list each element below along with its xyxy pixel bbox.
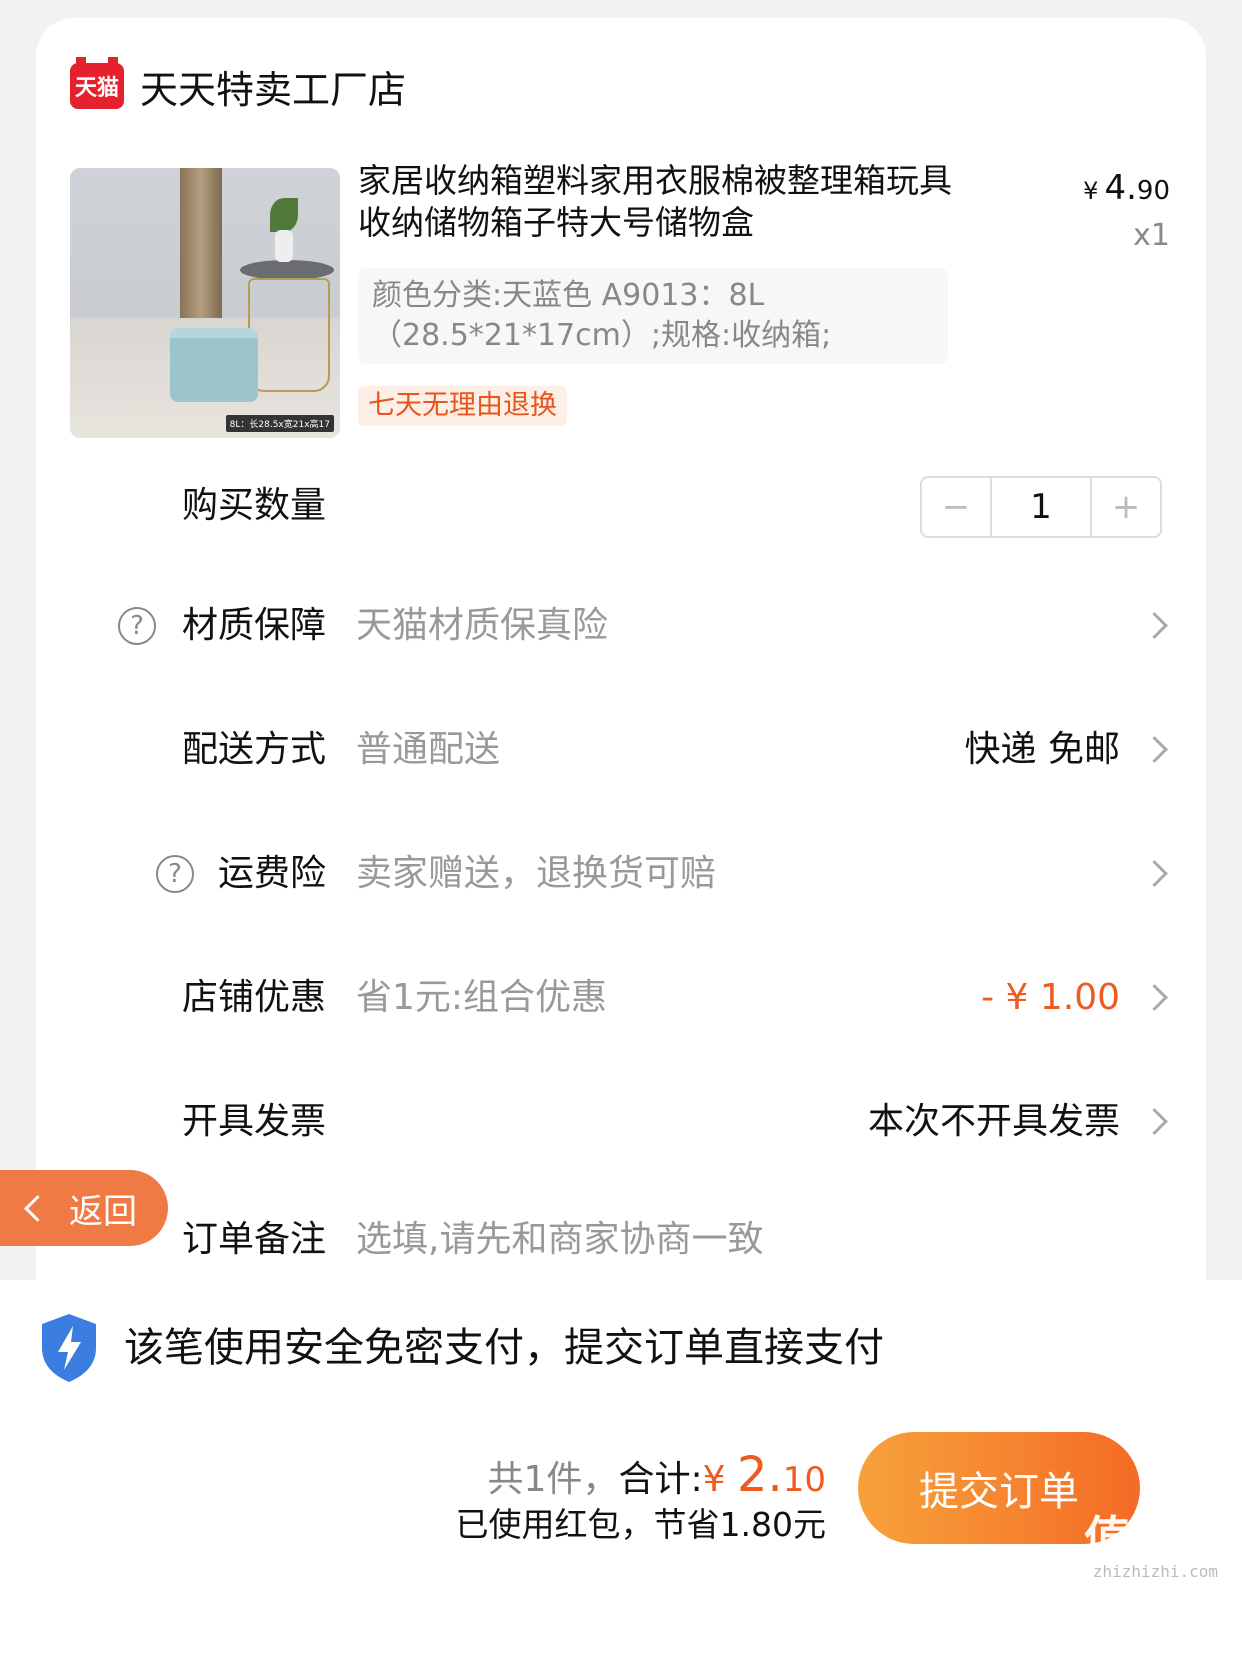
shipping-insurance-value: 卖家赠送，退换货可赔 (356, 853, 717, 894)
invoice-status: 本次不开具发票 (867, 1101, 1120, 1142)
price-cents: 90 (1136, 176, 1170, 206)
remark-label: 订单备注 (181, 1219, 326, 1260)
material-value: 天猫材质保真险 (356, 605, 609, 646)
product-title[interactable]: 家居收纳箱塑料家用衣服棉被整理箱玩具收纳储物箱子特大号储物盒 (358, 160, 958, 244)
minus-button[interactable]: − (922, 478, 990, 536)
remark-input[interactable]: 选填,请先和商家协商一致 (356, 1210, 763, 1270)
help-icon[interactable]: ? (156, 855, 194, 893)
quantity-label: 购买数量 (181, 485, 326, 526)
watermark-url: zhizhizhi.com (1092, 1562, 1218, 1581)
remark-row[interactable]: 订单备注 选填,请先和商家协商一致 (36, 1210, 1206, 1270)
shipping-insurance-row[interactable]: ? 运费险 卖家赠送，退换货可赔 (36, 844, 1206, 904)
quantity-value[interactable]: 1 (990, 478, 1092, 536)
delivery-label: 配送方式 (181, 729, 326, 770)
material-row[interactable]: ? 材质保障 天猫材质保真险 (36, 596, 1206, 656)
store-discount-row[interactable]: 店铺优惠 省1元:组合优惠 - ¥ 1.00 (36, 968, 1206, 1028)
chevron-right-icon (1141, 736, 1168, 763)
help-icon[interactable]: ? (118, 607, 156, 645)
delivery-row[interactable]: 配送方式 普通配送 快递 免邮 (36, 720, 1206, 780)
invoice-row[interactable]: 开具发票 本次不开具发票 (36, 1092, 1206, 1152)
product-image[interactable]: 8L：长28.5x宽21x高17 (70, 168, 340, 438)
chevron-right-icon (1141, 984, 1168, 1011)
tmall-logo-icon: 天猫 (70, 57, 124, 109)
invoice-label: 开具发票 (181, 1101, 326, 1142)
delivery-value: 普通配送 (356, 729, 501, 770)
quantity-stepper[interactable]: − 1 + (920, 476, 1162, 538)
thumb-tabletop (240, 260, 334, 280)
price-main: 4. (1104, 168, 1137, 208)
plus-button[interactable]: + (1092, 478, 1160, 536)
shipping-insurance-label: 运费险 (217, 853, 326, 894)
order-summary: 共1件，合计:¥ 2.10 (488, 1450, 826, 1505)
back-arrow-icon (24, 1194, 51, 1222)
product-price: ¥4.90 (1083, 168, 1170, 208)
return-policy-badge: 七天无理由退换 (358, 386, 567, 426)
price-currency: ¥ (1083, 177, 1099, 205)
back-button[interactable]: 返回 (0, 1170, 168, 1246)
checkout-footer: 该笔使用安全免密支付，提交订单直接支付 共1件，合计:¥ 2.10 已使用红包，… (0, 1280, 1242, 1659)
store-discount-value: 省1元:组合优惠 (356, 977, 608, 1018)
thumb-table (248, 278, 330, 392)
back-button-label: 返回 (69, 1191, 137, 1232)
thumb-caption: 8L：长28.5x宽21x高17 (225, 415, 334, 432)
item-count: 共1件， (487, 1459, 619, 1500)
product-sku: 颜色分类:天蓝色 A9013：8L（28.5*21*17cm）;规格:收纳箱; (358, 268, 948, 364)
product-quantity: x1 (1133, 218, 1170, 253)
savings-text: 已使用红包，节省1.80元 (455, 1505, 826, 1544)
thumb-curtain (180, 168, 222, 318)
delivery-method: 快递 免邮 (964, 729, 1120, 770)
order-card: 天猫 天天特卖工厂店 8L：长28.5x宽21x高17 家居收纳箱塑料家用衣服棉… (36, 18, 1206, 1358)
total-amount: ¥ 2.10 (702, 1450, 826, 1500)
total-main: 2. (736, 1447, 783, 1503)
store-discount-label: 店铺优惠 (181, 977, 326, 1018)
quantity-row: 购买数量 − 1 + (36, 476, 1206, 538)
total-currency: ¥ (702, 1459, 737, 1500)
total-label: 合计: (618, 1459, 703, 1500)
chevron-right-icon (1141, 612, 1168, 639)
thumb-plant (270, 198, 298, 232)
watermark: 值值值 (1084, 1511, 1222, 1565)
secure-payment-text: 该笔使用安全免密支付，提交订单直接支付 (124, 1325, 884, 1371)
thumb-storage-box (170, 328, 258, 402)
total-cents: 10 (782, 1460, 826, 1500)
chevron-right-icon (1141, 860, 1168, 887)
thumb-vase (275, 230, 293, 262)
chevron-right-icon (1141, 1108, 1168, 1135)
shop-name: 天天特卖工厂店 (140, 67, 407, 112)
material-label: 材质保障 (181, 605, 326, 646)
store-discount-amount: - ¥ 1.00 (981, 977, 1120, 1018)
shield-lightning-icon (42, 1314, 96, 1382)
shop-header[interactable]: 天猫 天天特卖工厂店 (70, 57, 407, 114)
